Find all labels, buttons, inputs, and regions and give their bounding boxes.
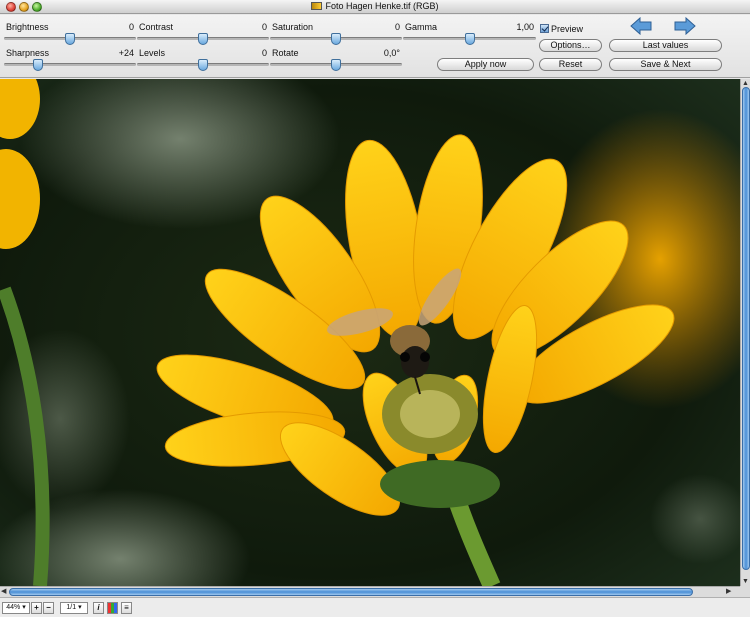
gamma-slider[interactable]: Gamma 1,00 <box>403 18 536 46</box>
sharpness-track[interactable] <box>4 63 136 66</box>
sharpness-slider[interactable]: Sharpness +24 <box>4 44 136 72</box>
color-channels-icon[interactable] <box>107 602 118 614</box>
vertical-scrollbar[interactable]: ▲ ▼ <box>740 79 750 586</box>
preview-checkbox[interactable]: Preview <box>540 24 583 34</box>
status-bar: 44% ▾ + − 1/1 ▾ i ≡ <box>0 597 750 617</box>
reset-button[interactable]: Reset <box>539 58 602 71</box>
rotate-thumb[interactable] <box>331 59 341 71</box>
title-bar: Foto Hagen Henke.tif (RGB) <box>0 0 750 14</box>
window-title: Foto Hagen Henke.tif (RGB) <box>325 1 439 11</box>
levels-slider[interactable]: Levels 0 <box>137 44 269 72</box>
sharpness-thumb[interactable] <box>33 59 44 71</box>
tif-file-icon <box>311 2 323 10</box>
levels-value: 0 <box>261 48 267 58</box>
contrast-slider[interactable]: Contrast 0 <box>137 18 269 46</box>
sharpness-label: Sharpness <box>6 48 50 58</box>
page-selector[interactable]: 1/1 ▾ <box>60 602 88 614</box>
save-next-button[interactable]: Save & Next <box>609 58 722 71</box>
adjustment-toolbar: Brightness 0 Contrast 0 Saturation 0 Gam… <box>0 15 750 78</box>
saturation-label: Saturation <box>272 22 314 32</box>
zoom-dropdown[interactable]: 44% ▾ <box>2 602 30 614</box>
rotate-slider[interactable]: Rotate 0,0° <box>270 44 402 72</box>
rotate-label: Rotate <box>272 48 299 58</box>
last-values-button[interactable]: Last values <box>609 39 722 52</box>
brightness-label: Brightness <box>6 22 49 32</box>
scroll-down-arrow-icon[interactable]: ▼ <box>742 577 749 586</box>
zoom-value: 44% <box>6 604 21 611</box>
scroll-corner <box>740 586 750 597</box>
preview-check-icon[interactable] <box>540 24 549 33</box>
gamma-label: Gamma <box>405 22 438 32</box>
brightness-value: 0 <box>128 22 134 32</box>
gamma-value: 1,00 <box>516 22 534 32</box>
image-canvas[interactable] <box>0 79 740 586</box>
gamma-thumb[interactable] <box>464 33 475 45</box>
scroll-right-arrow-icon[interactable]: ▶ <box>726 587 731 596</box>
horizontal-scroll-thumb[interactable] <box>9 588 693 596</box>
preview-label: Preview <box>551 24 584 34</box>
info-icon[interactable]: i <box>93 602 104 614</box>
arrow-left-icon[interactable] <box>630 17 652 35</box>
levels-label: Levels <box>139 48 166 58</box>
saturation-slider[interactable]: Saturation 0 <box>270 18 402 46</box>
contrast-value: 0 <box>261 22 267 32</box>
levels-thumb[interactable] <box>198 59 208 71</box>
options-button[interactable]: Options… <box>539 39 602 52</box>
window-title-area: Foto Hagen Henke.tif (RGB) <box>0 1 750 11</box>
rotate-value: 0,0° <box>383 48 400 58</box>
arrow-right-icon[interactable] <box>674 17 696 35</box>
zoom-in-icon[interactable]: + <box>31 602 42 614</box>
brightness-slider[interactable]: Brightness 0 <box>4 18 136 46</box>
zoom-out-icon[interactable]: − <box>43 602 54 614</box>
sharpness-value: +24 <box>118 48 134 58</box>
page-value: 1/1 <box>66 604 77 611</box>
saturation-value: 0 <box>394 22 400 32</box>
scroll-left-arrow-icon[interactable]: ◀ <box>1 587 6 596</box>
contrast-label: Contrast <box>139 22 174 32</box>
apply-now-button[interactable]: Apply now <box>437 58 534 71</box>
flower-photo <box>0 79 740 586</box>
thumbnail-strip-icon[interactable]: ≡ <box>121 602 132 614</box>
horizontal-scrollbar[interactable]: ◀ ▶ <box>0 586 740 597</box>
vertical-scroll-thumb[interactable] <box>742 87 750 570</box>
